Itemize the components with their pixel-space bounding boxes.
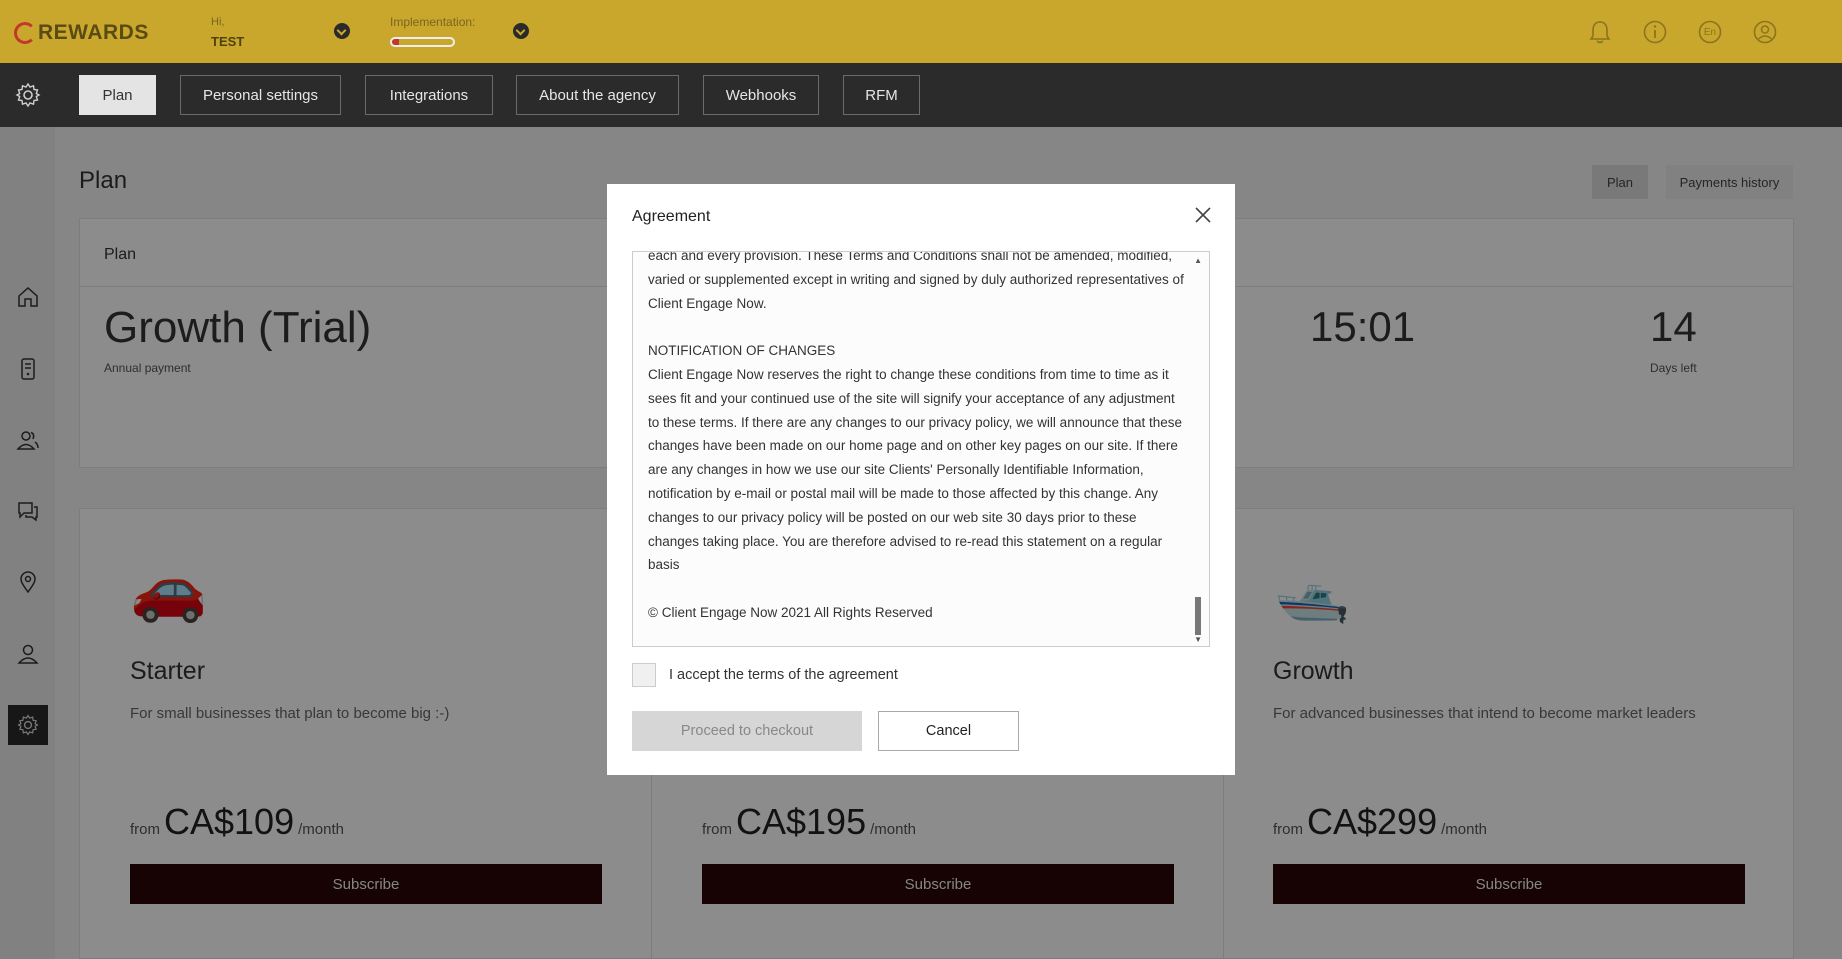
accept-terms-row: I accept the terms of the agreement [632,663,898,687]
scrollbar-thumb[interactable] [1195,597,1201,635]
terms-paragraph: Client Engage Now reserves the right to … [648,366,1183,573]
user-name: TEST [211,34,245,49]
tab-personal-settings[interactable]: Personal settings [180,75,341,115]
gear-icon[interactable] [14,81,42,109]
modal-title: Agreement [632,208,711,225]
greeting-label: Hi, [211,16,225,28]
tab-integrations[interactable]: Integrations [365,75,493,115]
terms-scroll-area[interactable]: each and every provision. These Terms an… [632,251,1210,647]
user-dropdown-icon[interactable] [334,23,350,39]
tab-rfm[interactable]: RFM [843,75,920,115]
scroll-up-arrow-icon[interactable]: ▲ [1194,256,1202,265]
logo[interactable]: REWARDS [14,18,149,48]
tab-about-agency[interactable]: About the agency [516,75,679,115]
implementation-progress-fill [392,39,400,45]
terms-copyright: © Client Engage Now 2021 All Rights Rese… [648,604,933,620]
bell-icon[interactable] [1588,20,1612,44]
tab-webhooks[interactable]: Webhooks [703,75,819,115]
proceed-to-checkout-button[interactable]: Proceed to checkout [632,711,862,751]
implementation-dropdown-icon[interactable] [513,23,529,39]
top-bar: REWARDS Hi, TEST Implementation: En [0,0,1842,63]
cancel-button[interactable]: Cancel [878,711,1019,751]
implementation-label: Implementation: [390,15,476,29]
terms-paragraph: each and every provision. These Terms an… [648,251,1184,311]
implementation-progress-bar [390,37,455,47]
logo-mark-icon [14,22,36,44]
user-circle-icon[interactable] [1753,20,1777,44]
agreement-modal: Agreement each and every provision. Thes… [607,184,1235,775]
settings-nav: Plan Personal settings Integrations Abou… [0,63,1842,127]
language-code: En [1703,26,1717,38]
accept-terms-label[interactable]: I accept the terms of the agreement [669,667,898,683]
scroll-down-arrow-icon[interactable]: ▼ [1194,635,1202,644]
terms-heading: NOTIFICATION OF CHANGES [648,343,836,359]
language-icon[interactable]: En [1698,20,1722,44]
accept-terms-checkbox[interactable] [632,663,656,687]
tab-plan[interactable]: Plan [79,75,156,115]
logo-text: REWARDS [38,21,149,44]
info-icon[interactable] [1643,20,1667,44]
close-icon[interactable] [1192,204,1214,226]
terms-text: each and every provision. These Terms an… [648,251,1188,646]
